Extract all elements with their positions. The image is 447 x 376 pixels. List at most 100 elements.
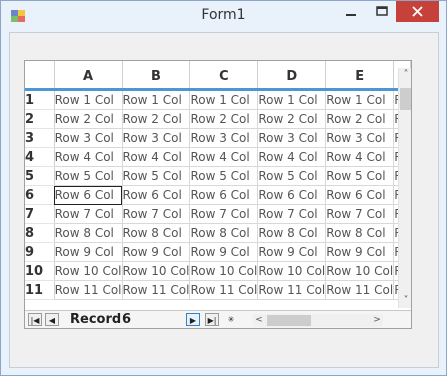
grid-cell[interactable]: Row 8 Col bbox=[325, 223, 395, 243]
grid-cell[interactable]: Row 4 Col bbox=[54, 147, 123, 167]
grid-cell[interactable]: Row 4 Col bbox=[122, 147, 191, 167]
grid-cell[interactable]: Row 2 Col bbox=[325, 109, 395, 129]
next-record-button[interactable]: ▶ bbox=[186, 313, 200, 326]
grid-cell[interactable]: Row 3 Col bbox=[189, 128, 259, 148]
grid-cell[interactable]: Row 6 Col bbox=[325, 185, 395, 205]
grid-cell[interactable]: Row 3 Col bbox=[257, 128, 327, 148]
grid-cell[interactable]: Row 7 Col bbox=[122, 204, 191, 224]
grid-cell[interactable]: Row 1 Col bbox=[257, 89, 327, 110]
grid-cell[interactable]: Row 7 Col bbox=[257, 204, 327, 224]
grid-cell[interactable]: Row 2 Col bbox=[54, 109, 123, 129]
scroll-right-icon[interactable]: > bbox=[371, 314, 383, 327]
previous-record-button[interactable]: ◀ bbox=[45, 313, 59, 326]
grid-cell[interactable]: Row 5 Col bbox=[54, 166, 123, 186]
column-header[interactable]: A bbox=[54, 61, 123, 91]
column-header-row: A B C D E F bbox=[25, 61, 411, 91]
grid-cell[interactable]: Row 11 Col bbox=[189, 280, 259, 300]
row-header[interactable]: 7 bbox=[25, 204, 55, 224]
close-button[interactable] bbox=[396, 1, 439, 22]
scroll-up-icon[interactable]: ˄ bbox=[399, 68, 411, 82]
grid-cell[interactable]: Row 6 Col bbox=[257, 185, 327, 205]
grid-cell[interactable]: Row 2 Col bbox=[122, 109, 191, 129]
grid-cell[interactable]: Row 11 Col bbox=[257, 280, 327, 300]
grid-cell[interactable]: Row 3 Col bbox=[54, 128, 123, 148]
grid-cell[interactable]: Row 1 Col bbox=[189, 89, 259, 110]
maximize-icon bbox=[376, 6, 388, 16]
vertical-scrollbar[interactable]: ˄ ˅ bbox=[398, 68, 411, 308]
column-header[interactable]: C bbox=[189, 61, 259, 91]
minimize-button[interactable] bbox=[336, 1, 366, 22]
table-row: 6 Row 6 Col Row 6 Col Row 6 Col Row 6 Col Row… bbox=[25, 185, 411, 205]
grid-cell[interactable]: Row 11 Col bbox=[54, 280, 123, 300]
table-row: 4 Row 4 Col Row 4 Col Row 4 Col Row 4 Col Row… bbox=[25, 147, 411, 167]
vertical-scroll-thumb[interactable] bbox=[400, 88, 411, 110]
row-header[interactable]: 5 bbox=[25, 166, 55, 186]
grid-cell[interactable]: Row 11 Col bbox=[122, 280, 191, 300]
maximize-button[interactable] bbox=[367, 1, 397, 22]
row-header[interactable]: 1 bbox=[25, 89, 55, 110]
grid-cell[interactable]: Row 2 Col bbox=[189, 109, 259, 129]
grid-cell[interactable]: Row 10 Col bbox=[122, 261, 191, 281]
horizontal-scroll-thumb[interactable] bbox=[267, 315, 311, 326]
row-header[interactable]: 6 bbox=[25, 185, 55, 205]
grid-cell[interactable]: Row 9 Col bbox=[257, 242, 327, 262]
grid-cell[interactable]: Row 5 Col bbox=[325, 166, 395, 186]
grid-cell[interactable]: Row 3 Col bbox=[325, 128, 395, 148]
column-header[interactable]: B bbox=[122, 61, 191, 91]
grid-cell[interactable]: Row 10 Col bbox=[54, 261, 123, 281]
row-header[interactable]: 3 bbox=[25, 128, 55, 148]
grid-cell[interactable]: Row 1 Col bbox=[122, 89, 191, 110]
grid-cell[interactable]: Row 9 Col bbox=[54, 242, 123, 262]
grid-cell[interactable]: Row 6 Col bbox=[54, 185, 123, 205]
scroll-left-icon[interactable]: < bbox=[253, 314, 265, 327]
grid-cell[interactable]: Row 4 Col bbox=[325, 147, 395, 167]
first-record-button[interactable]: |◀ bbox=[28, 313, 42, 326]
row-header[interactable]: 8 bbox=[25, 223, 55, 243]
grid-cell[interactable]: Row 5 Col bbox=[122, 166, 191, 186]
grid-cell[interactable]: Row 2 Col bbox=[257, 109, 327, 129]
grid-cell[interactable]: Row 8 Col bbox=[122, 223, 191, 243]
table-row: 10 Row 10 Col Row 10 Col Row 10 Col Row 10 C… bbox=[25, 261, 411, 281]
grid-cell[interactable]: Row 6 Col bbox=[122, 185, 191, 205]
grid-cell[interactable]: Row 5 Col bbox=[257, 166, 327, 186]
grid-cell[interactable]: Row 10 Col bbox=[257, 261, 327, 281]
grid-cell[interactable]: Row 7 Col bbox=[54, 204, 123, 224]
new-record-button[interactable]: ✳ bbox=[224, 313, 238, 326]
title-bar[interactable]: Form1 bbox=[1, 1, 446, 32]
grid-cell[interactable]: Row 5 Col bbox=[189, 166, 259, 186]
minimize-icon bbox=[346, 14, 356, 16]
row-header[interactable]: 10 bbox=[25, 261, 55, 281]
row-header[interactable]: 4 bbox=[25, 147, 55, 167]
grid-cell[interactable]: Row 10 Col bbox=[189, 261, 259, 281]
grid-cell[interactable]: Row 3 Col bbox=[122, 128, 191, 148]
grid-cell[interactable]: Row 4 Col bbox=[257, 147, 327, 167]
grid-body: 1 Row 1 Col Row 1 Col Row 1 Col Row 1 Col Row… bbox=[25, 89, 411, 300]
data-grid[interactable]: A B C D E F 1Row 1 ColRow 1 ColRow 1 Col… bbox=[24, 60, 412, 329]
column-header[interactable]: D bbox=[257, 61, 327, 91]
grid-cell[interactable]: Row 9 Col bbox=[325, 242, 395, 262]
corner-header[interactable] bbox=[25, 61, 55, 91]
row-header[interactable]: 2 bbox=[25, 109, 55, 129]
grid-cell[interactable]: Row 10 Col bbox=[325, 261, 395, 281]
grid-cell[interactable]: Row 8 Col bbox=[189, 223, 259, 243]
grid-cell[interactable]: Row 7 Col bbox=[189, 204, 259, 224]
table-row: 7 Row 7 Col Row 7 Col Row 7 Col Row 7 Col Row… bbox=[25, 204, 411, 224]
record-number[interactable]: 6 bbox=[122, 312, 131, 327]
grid-cell[interactable]: Row 1 Col bbox=[54, 89, 123, 110]
grid-cell[interactable]: Row 11 Col bbox=[325, 280, 395, 300]
horizontal-scrollbar[interactable]: < > bbox=[253, 314, 383, 327]
grid-cell[interactable]: Row 4 Col bbox=[189, 147, 259, 167]
grid-cell[interactable]: Row 9 Col bbox=[122, 242, 191, 262]
last-record-button[interactable]: ▶| bbox=[205, 313, 219, 326]
grid-cell[interactable]: Row 6 Col bbox=[189, 185, 259, 205]
row-header[interactable]: 11 bbox=[25, 280, 55, 300]
column-header[interactable]: E bbox=[325, 61, 395, 91]
row-header[interactable]: 9 bbox=[25, 242, 55, 262]
grid-cell[interactable]: Row 9 Col bbox=[189, 242, 259, 262]
grid-cell[interactable]: Row 8 Col bbox=[54, 223, 123, 243]
scroll-down-icon[interactable]: ˅ bbox=[399, 294, 411, 308]
grid-cell[interactable]: Row 8 Col bbox=[257, 223, 327, 243]
grid-cell[interactable]: Row 7 Col bbox=[325, 204, 395, 224]
next-record-icon: ▶ bbox=[189, 316, 197, 325]
grid-cell[interactable]: Row 1 Col bbox=[325, 89, 395, 110]
